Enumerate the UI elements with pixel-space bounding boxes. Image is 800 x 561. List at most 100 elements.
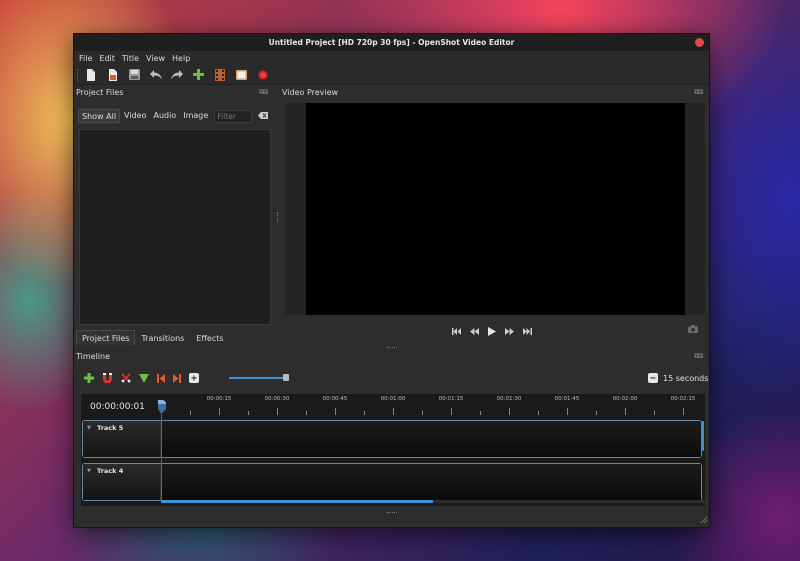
track-name: Track 5 [97, 424, 124, 432]
track-menu-icon[interactable]: ▼ [87, 425, 91, 431]
track-name: Track 4 [97, 467, 124, 475]
window-title: Untitled Project [HD 720p 30 fps] - Open… [268, 38, 515, 47]
import-files-icon[interactable] [192, 68, 206, 82]
video-preview-title: Video Preview [282, 88, 339, 97]
filter-show-all[interactable]: Show All [78, 109, 121, 123]
vertical-splitter-handle[interactable] [277, 212, 280, 222]
undo-icon[interactable] [149, 68, 163, 82]
tab-transitions[interactable]: Transitions [135, 330, 190, 345]
zoom-slider-handle[interactable] [282, 374, 289, 381]
filter-image[interactable]: Image [180, 109, 211, 123]
playback-controls [452, 324, 541, 338]
bottom-splitter-handle[interactable] [387, 512, 397, 514]
project-files-filter-bar: Show All Video Audio Image [78, 108, 273, 124]
zoom-slider[interactable] [229, 374, 289, 381]
ruler-major-tick [567, 408, 568, 415]
ruler-tick-label: 00:00:15 [206, 396, 232, 402]
ruler-major-tick [393, 408, 394, 415]
ruler-major-tick [451, 408, 452, 415]
toolbar-grip[interactable] [77, 68, 80, 81]
project-files-tabs: Project Files Transitions Effects [76, 330, 230, 346]
tab-effects[interactable]: Effects [190, 330, 229, 345]
ruler-major-tick [335, 408, 336, 415]
ruler-tick-label: 00:01:30 [496, 396, 522, 402]
track-header[interactable]: ▼ Track 5 [83, 421, 161, 457]
project-files-title: Project Files [76, 88, 124, 97]
menu-bar: File Edit Title View Help [74, 51, 709, 65]
playhead-handle[interactable] [158, 400, 166, 416]
timeline-canvas[interactable]: 00:00:00:01 00:00:15 00:00:30 00:00:45 00:0… [81, 394, 705, 506]
menu-title[interactable]: Title [122, 54, 139, 63]
app-window: Untitled Project [HD 720p 30 fps] - Open… [73, 33, 710, 528]
fast-forward-icon[interactable] [505, 327, 514, 335]
center-timeline-icon[interactable] [189, 373, 199, 383]
timeline-horizontal-scrollbar[interactable] [161, 500, 705, 503]
timeline-vertical-scrollbar[interactable] [701, 421, 704, 451]
tab-project-files[interactable]: Project Files [76, 330, 136, 345]
timeline-dock-controls[interactable]: ⧉⊠ [694, 352, 704, 361]
video-preview-panel [285, 103, 705, 315]
fullscreen-icon[interactable] [235, 68, 249, 82]
add-track-icon[interactable] [84, 373, 94, 383]
redo-icon[interactable] [170, 68, 184, 82]
play-icon[interactable] [488, 326, 496, 336]
title-bar: Untitled Project [HD 720p 30 fps] - Open… [74, 34, 709, 51]
add-marker-icon[interactable] [139, 373, 149, 383]
timeline-horizontal-scroll-thumb[interactable] [161, 500, 433, 503]
playhead-line [161, 414, 162, 502]
ruler-tick-label: 00:01:00 [380, 396, 406, 402]
choose-profile-icon[interactable] [213, 68, 227, 82]
snapping-icon[interactable] [102, 373, 113, 383]
new-project-icon[interactable] [84, 68, 98, 82]
track-header[interactable]: ▼ Track 4 [83, 464, 161, 500]
filter-audio[interactable]: Audio [150, 109, 179, 123]
ruler-major-tick [683, 408, 684, 415]
rewind-icon[interactable] [470, 327, 479, 335]
previous-marker-icon[interactable] [157, 373, 165, 383]
save-project-icon[interactable] [127, 68, 141, 82]
close-window-button[interactable] [695, 38, 704, 47]
clear-filter-icon[interactable] [258, 111, 269, 121]
ruler-minor-tick [364, 411, 365, 415]
ruler-tick-label: 00:01:15 [438, 396, 464, 402]
current-time-display: 00:00:00:01 [90, 402, 145, 412]
project-files-dock-controls[interactable]: ⧉⊠ [259, 88, 269, 97]
menu-view[interactable]: View [146, 54, 165, 63]
ruler-tick-label: 00:02:15 [670, 396, 696, 402]
ruler-minor-tick [306, 411, 307, 415]
menu-help[interactable]: Help [172, 54, 190, 63]
open-project-icon[interactable] [106, 68, 120, 82]
main-toolbar [74, 65, 709, 85]
track-body[interactable] [161, 421, 701, 457]
menu-file[interactable]: File [79, 54, 92, 63]
zoom-slider-fill [229, 377, 286, 379]
ruler-minor-tick [190, 411, 191, 415]
zoom-seconds-label: 15 seconds [663, 373, 709, 383]
track-row[interactable]: ▼ Track 5 [82, 420, 702, 458]
export-video-icon[interactable] [256, 68, 270, 82]
ruler-major-tick [625, 408, 626, 415]
track-menu-icon[interactable]: ▼ [87, 468, 91, 474]
jump-start-icon[interactable] [452, 327, 461, 335]
ruler-minor-tick [248, 411, 249, 415]
filter-input[interactable] [214, 109, 253, 123]
track-body[interactable] [161, 464, 701, 500]
menu-edit[interactable]: Edit [99, 54, 115, 63]
window-resize-grip-icon[interactable] [700, 516, 708, 525]
ruler-major-tick [509, 408, 510, 415]
camera-icon[interactable] [688, 325, 698, 335]
ruler-major-tick [277, 408, 278, 415]
project-files-list[interactable] [79, 129, 271, 325]
razor-icon[interactable] [121, 373, 131, 383]
video-preview-canvas[interactable] [306, 103, 685, 315]
next-marker-icon[interactable] [173, 373, 181, 383]
jump-end-icon[interactable] [523, 327, 532, 335]
ruler-tick-label: 00:00:30 [264, 396, 290, 402]
filter-video[interactable]: Video [121, 109, 149, 123]
track-row[interactable]: ▼ Track 4 [82, 463, 702, 501]
video-preview-dock-controls[interactable]: ⧉⊠ [694, 88, 704, 97]
ruler-tick-label: 00:02:00 [612, 396, 638, 402]
ruler-tick-label: 00:01:45 [554, 396, 580, 402]
timeline-ruler[interactable]: 00:00:15 00:00:30 00:00:45 00:01:00 00:01:15… [161, 394, 705, 418]
horizontal-splitter-handle[interactable] [387, 347, 397, 349]
